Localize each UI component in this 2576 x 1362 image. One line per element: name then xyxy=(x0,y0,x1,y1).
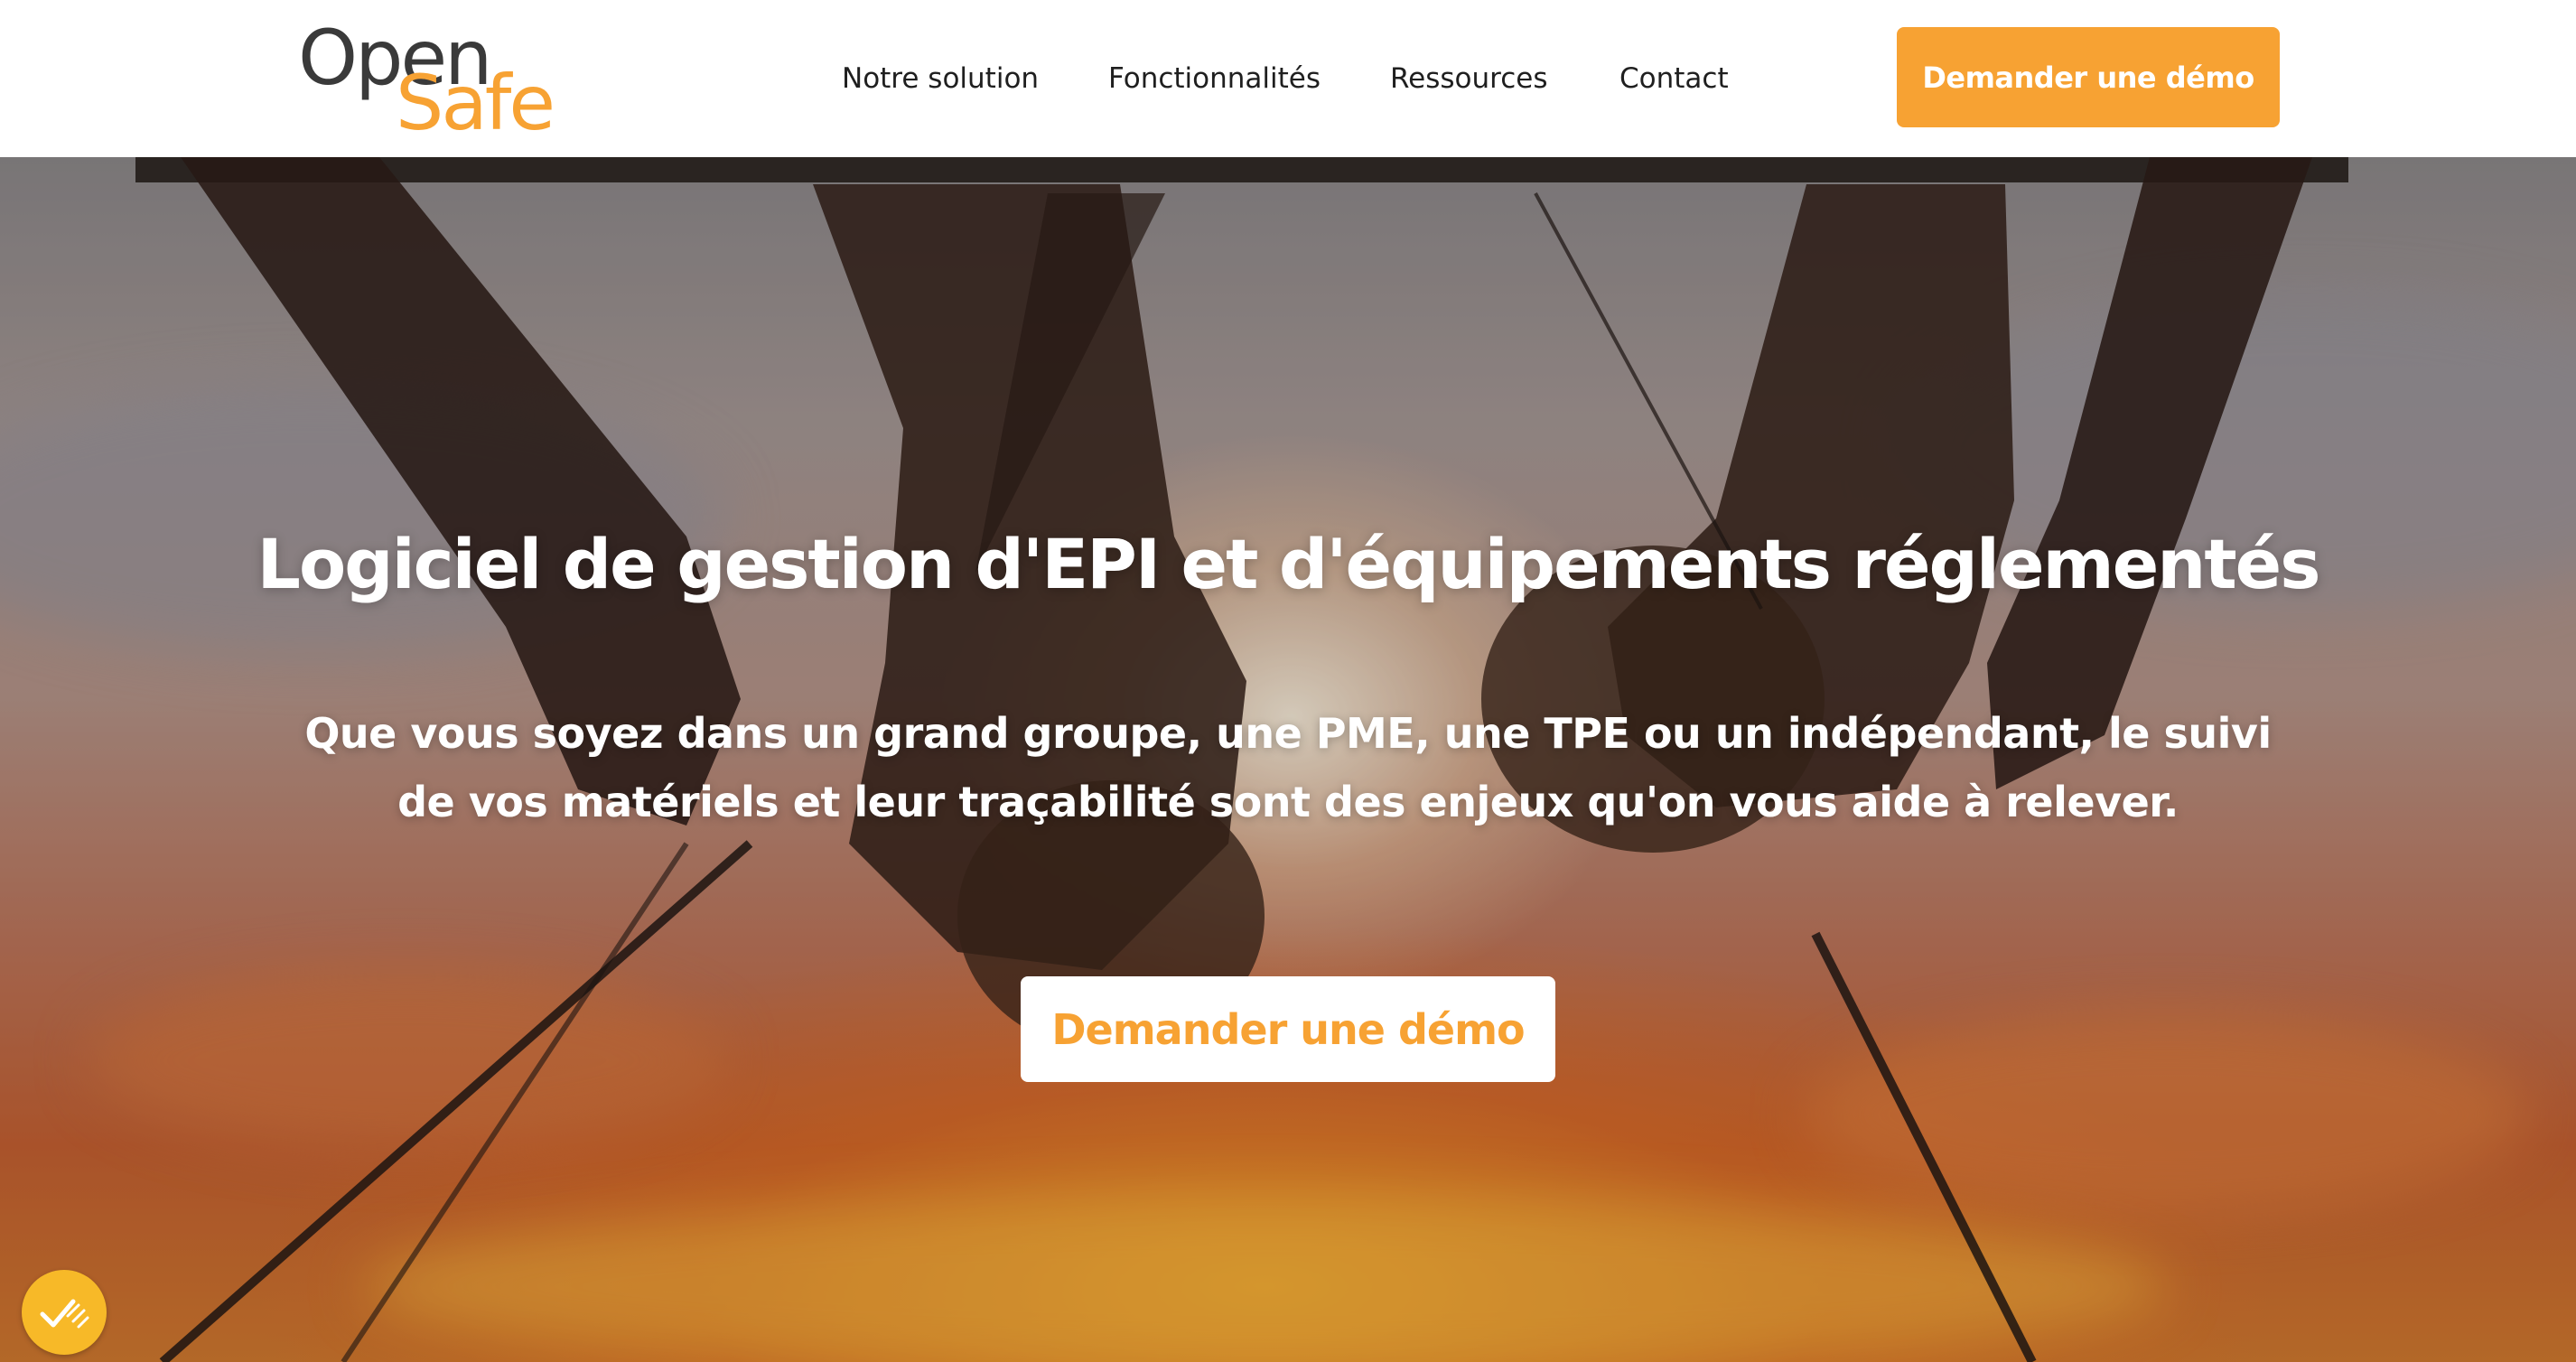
nav-item-ressources[interactable]: Ressources xyxy=(1390,56,1547,101)
nav-item-contact[interactable]: Contact xyxy=(1619,56,1729,101)
cookie-consent-badge[interactable] xyxy=(22,1270,107,1355)
check-marks-icon xyxy=(40,1299,89,1329)
opensafe-logo[interactable]: Open Safe xyxy=(298,20,555,141)
hero-subtitle: Que vous soyez dans un grand groupe, une… xyxy=(304,709,2272,826)
nav-item-notre-solution[interactable]: Notre solution xyxy=(842,56,1039,101)
nav-item-fonctionnalites[interactable]: Fonctionnalités xyxy=(1108,56,1321,101)
hero-section: Logiciel de gestion d'EPI et d'équipemen… xyxy=(0,157,2576,1362)
header-demo-button[interactable]: Demander une démo xyxy=(1897,27,2280,127)
site-header: Open Safe Notre solution Fonctionnalités… xyxy=(0,0,2576,157)
hero-demo-button[interactable]: Demander une démo xyxy=(1021,976,1555,1082)
logo-text-safe: Safe xyxy=(396,59,555,147)
hero-title: Logiciel de gestion d'EPI et d'équipemen… xyxy=(257,524,2321,604)
